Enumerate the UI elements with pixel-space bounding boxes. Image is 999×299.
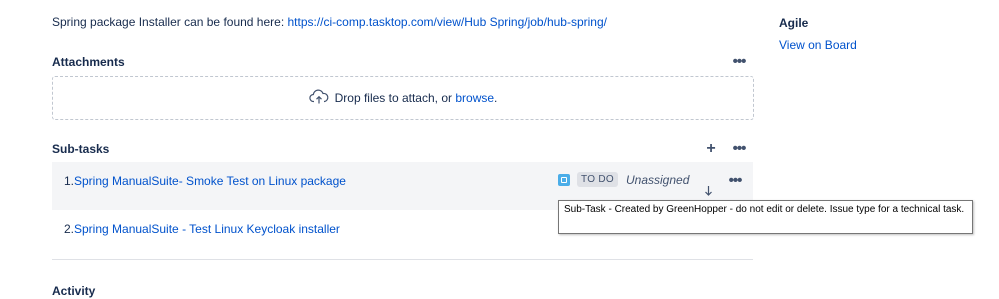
section-divider <box>52 259 753 260</box>
installer-link[interactable]: https://ci-comp.tasktop.com/view/Hub Spr… <box>288 15 607 29</box>
attachments-more-button[interactable]: ••• <box>729 54 749 69</box>
dropzone-text: Drop files to attach, or <box>334 91 456 105</box>
subtask-title-link[interactable]: Spring ManualSuite- Smoke Test on Linux … <box>74 174 346 188</box>
subtask-number: 1. <box>63 174 74 188</box>
add-subtask-button[interactable]: + <box>705 141 717 157</box>
attachment-dropzone[interactable]: Drop files to attach, or browse. <box>52 76 754 120</box>
activity-heading: Activity <box>52 284 96 298</box>
installer-info: Spring package Installer can be found he… <box>52 15 607 29</box>
subtasks-heading: Sub-tasks <box>52 142 110 156</box>
resize-cursor-icon <box>704 186 713 199</box>
subtask-title-link[interactable]: Spring ManualSuite - Test Linux Keycloak… <box>74 222 340 236</box>
browse-link[interactable]: browse <box>455 91 494 105</box>
subtask-number: 2. <box>63 222 74 236</box>
view-on-board-link[interactable]: View on Board <box>779 38 857 52</box>
agile-heading: Agile <box>779 16 809 30</box>
assignee-label[interactable]: Unassigned <box>626 173 689 187</box>
cloud-upload-icon <box>308 89 329 108</box>
subtask-type-icon <box>558 174 570 186</box>
issue-type-tooltip: Sub-Task - Created by GreenHopper - do n… <box>558 200 973 234</box>
subtask-more-button[interactable]: ••• <box>725 173 745 188</box>
attachments-heading: Attachments <box>52 55 125 69</box>
status-badge[interactable]: TO DO <box>577 172 618 187</box>
subtasks-more-button[interactable]: ••• <box>729 141 749 156</box>
installer-label: Spring package Installer can be found he… <box>52 15 288 29</box>
dropzone-period: . <box>494 91 498 105</box>
